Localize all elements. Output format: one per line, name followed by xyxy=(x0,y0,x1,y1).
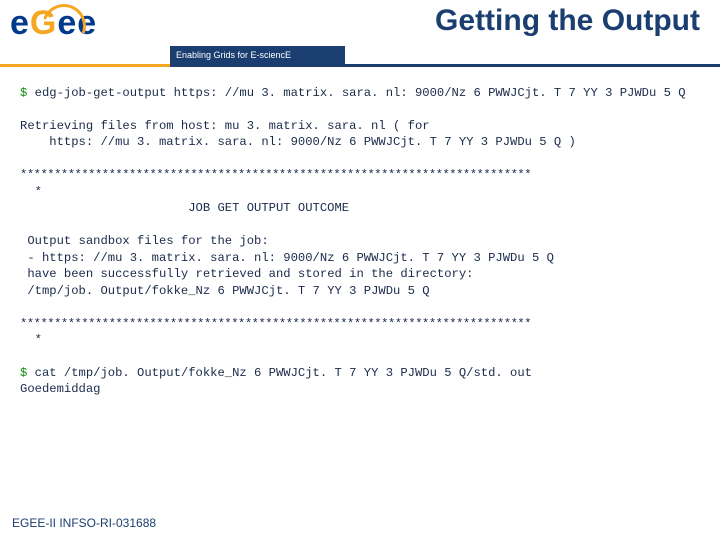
output-line: * xyxy=(20,185,42,199)
output-line: Output sandbox files for the job: xyxy=(20,234,269,248)
output-line: * xyxy=(20,333,42,347)
rule-line: ****************************************… xyxy=(20,317,531,331)
logo-letter: e xyxy=(10,4,30,42)
egee-logo: eGee xyxy=(10,4,170,56)
command-line: cat /tmp/job. Output/fokke_Nz 6 PWWJCjt.… xyxy=(35,366,532,380)
shell-prompt: $ xyxy=(20,366,35,380)
terminal-output: $ edg-job-get-output https: //mu 3. matr… xyxy=(20,85,700,398)
output-line: - https: //mu 3. matrix. sara. nl: 9000/… xyxy=(20,251,554,265)
output-line: Retrieving files from host: mu 3. matrix… xyxy=(20,119,430,133)
tagline: Enabling Grids for E-sciencE xyxy=(170,46,345,64)
shell-prompt: $ xyxy=(20,86,35,100)
footer-text: EGEE-II INFSO-RI-031688 xyxy=(12,516,156,530)
section-heading: JOB GET OUTPUT OUTCOME xyxy=(20,201,349,215)
slide-header: eGee Getting the Output Enabling Grids f… xyxy=(0,0,720,70)
logo-letter: G xyxy=(30,4,57,42)
rule-line: ****************************************… xyxy=(20,168,531,182)
command-result: Goedemiddag xyxy=(20,382,100,396)
slide-title: Getting the Output xyxy=(435,4,700,38)
command-line: edg-job-get-output https: //mu 3. matrix… xyxy=(35,86,686,100)
output-line: /tmp/job. Output/fokke_Nz 6 PWWJCjt. T 7… xyxy=(20,284,430,298)
header-divider xyxy=(0,64,720,67)
output-line: https: //mu 3. matrix. sara. nl: 9000/Nz… xyxy=(20,135,576,149)
output-line: have been successfully retrieved and sto… xyxy=(20,267,473,281)
